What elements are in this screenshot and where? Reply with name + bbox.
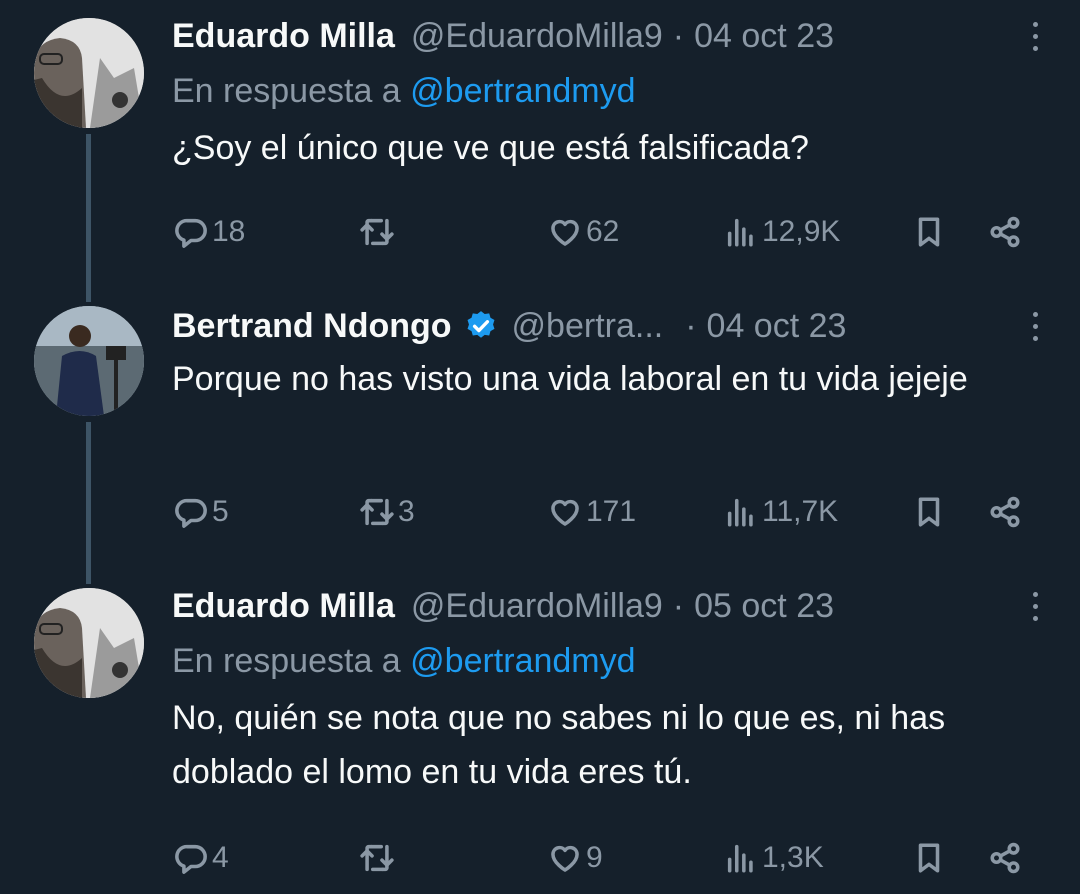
tweet-date[interactable]: 04 oct 23 bbox=[707, 307, 847, 346]
reply-mention-link[interactable]: @bertrandmyd bbox=[410, 72, 635, 110]
reply-prefix: En respuesta a bbox=[172, 72, 401, 110]
retweet-icon bbox=[360, 495, 394, 529]
retweet-icon bbox=[360, 215, 394, 249]
like-icon bbox=[548, 495, 582, 529]
retweet-icon bbox=[360, 841, 394, 875]
author-name[interactable]: Eduardo Milla bbox=[172, 587, 395, 626]
retweet-button[interactable]: 3 bbox=[360, 490, 415, 534]
bookmark-button[interactable] bbox=[912, 490, 946, 534]
tweet-actions: 5 3 171 11,7K bbox=[0, 490, 1080, 534]
author-handle[interactable]: @bertra... bbox=[512, 307, 664, 346]
tweet-header: Bertrand Ndongo @bertra... · 04 oct 23 bbox=[172, 304, 1040, 348]
reply-count: 5 bbox=[212, 495, 229, 528]
tweet-date[interactable]: 05 oct 23 bbox=[694, 587, 834, 626]
like-icon bbox=[548, 215, 582, 249]
reply-icon bbox=[174, 841, 208, 875]
like-button[interactable]: 62 bbox=[548, 210, 619, 254]
avatar[interactable] bbox=[34, 18, 144, 128]
views-icon bbox=[724, 841, 758, 875]
author-name[interactable]: Bertrand Ndongo bbox=[172, 307, 452, 346]
reply-button[interactable]: 18 bbox=[174, 210, 245, 254]
bookmark-icon bbox=[912, 495, 946, 529]
reply-prefix: En respuesta a bbox=[172, 642, 401, 680]
views-icon bbox=[724, 215, 758, 249]
like-count: 62 bbox=[586, 215, 620, 248]
retweet-button[interactable] bbox=[360, 836, 398, 880]
reply-mention-link[interactable]: @bertrandmyd bbox=[410, 642, 635, 680]
more-icon[interactable] bbox=[1030, 312, 1040, 346]
author-handle[interactable]: @EduardoMilla9 bbox=[411, 17, 663, 56]
tweet-header: Eduardo Milla @EduardoMilla9 · 04 oct 23 bbox=[172, 14, 1040, 58]
share-icon bbox=[988, 215, 1022, 249]
reply-count: 4 bbox=[212, 841, 229, 874]
views-count: 1,3K bbox=[762, 841, 824, 874]
share-button[interactable] bbox=[988, 490, 1022, 534]
views-count: 11,7K bbox=[762, 495, 839, 528]
more-icon[interactable] bbox=[1030, 22, 1040, 56]
share-button[interactable] bbox=[988, 836, 1022, 880]
like-count: 9 bbox=[586, 841, 603, 874]
reply-icon bbox=[174, 215, 208, 249]
share-button[interactable] bbox=[988, 210, 1022, 254]
bookmark-icon bbox=[912, 841, 946, 875]
reply-icon bbox=[174, 495, 208, 529]
views-button[interactable]: 1,3K bbox=[724, 836, 824, 880]
reply-count: 18 bbox=[212, 215, 246, 248]
like-button[interactable]: 9 bbox=[548, 836, 603, 880]
retweet-count: 3 bbox=[398, 495, 415, 528]
bookmark-icon bbox=[912, 215, 946, 249]
retweet-button[interactable] bbox=[360, 210, 398, 254]
views-button[interactable]: 12,9K bbox=[724, 210, 840, 254]
views-icon bbox=[724, 495, 758, 529]
reply-context: En respuesta a @bertrandmyd bbox=[172, 642, 1040, 681]
tweet-actions: 4 9 1,3K bbox=[0, 836, 1080, 880]
reply-button[interactable]: 4 bbox=[174, 836, 229, 880]
tweet-text: Porque no has visto una vida laboral en … bbox=[172, 360, 968, 398]
tweet-date[interactable]: 04 oct 23 bbox=[694, 17, 834, 56]
like-icon bbox=[548, 841, 582, 875]
more-icon[interactable] bbox=[1030, 592, 1040, 626]
separator-dot: · bbox=[672, 586, 685, 625]
verified-icon bbox=[467, 311, 495, 338]
reply-button[interactable]: 5 bbox=[174, 490, 229, 534]
avatar-photo-icon bbox=[34, 306, 144, 416]
views-count: 12,9K bbox=[762, 215, 841, 248]
like-count: 171 bbox=[586, 495, 637, 528]
tweet-actions: 18 62 12,9K bbox=[0, 210, 1080, 254]
reply-context: En respuesta a @bertrandmyd bbox=[172, 72, 1040, 111]
separator-dot: · bbox=[685, 306, 697, 345]
share-icon bbox=[988, 841, 1022, 875]
tweet-header: Eduardo Milla @EduardoMilla9 · 05 oct 23 bbox=[172, 584, 1040, 628]
share-icon bbox=[988, 495, 1022, 529]
avatar[interactable] bbox=[34, 588, 144, 698]
separator-dot: · bbox=[672, 16, 685, 55]
avatar-photo-icon bbox=[34, 588, 144, 698]
bookmark-button[interactable] bbox=[912, 210, 946, 254]
author-name[interactable]: Eduardo Milla bbox=[172, 17, 395, 56]
tweet-text: ¿Soy el único que ve que está falsificad… bbox=[172, 129, 809, 167]
bookmark-button[interactable] bbox=[912, 836, 946, 880]
avatar-photo-icon bbox=[34, 18, 144, 128]
author-handle[interactable]: @EduardoMilla9 bbox=[411, 587, 663, 626]
avatar[interactable] bbox=[34, 306, 144, 416]
tweet-text: No, quién se nota que no sabes ni lo que… bbox=[172, 699, 946, 791]
views-button[interactable]: 11,7K bbox=[724, 490, 838, 534]
like-button[interactable]: 171 bbox=[548, 490, 636, 534]
